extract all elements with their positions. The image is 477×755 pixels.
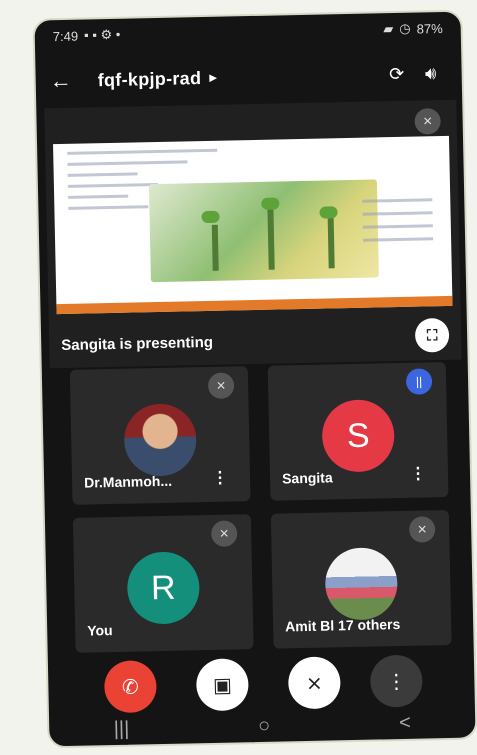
presenter-label: Sangita is presenting: [61, 333, 214, 355]
avatar: [324, 547, 399, 621]
participant-name-text: Amit Bl: [285, 617, 335, 635]
app-bar: ← fqf-kpjp-rad ▶ ⟳ 🔊︎: [35, 48, 462, 107]
others-count: 17 others: [337, 616, 401, 634]
back-button[interactable]: <: [399, 711, 411, 734]
avatar: [123, 403, 198, 477]
end-call-icon[interactable]: ✆: [103, 660, 157, 714]
mic-off-icon[interactable]: ⨯: [287, 656, 341, 710]
status-bar: 7:49 ▪ ▪ ⚙ • ▰ ◷ 87%: [34, 12, 461, 53]
avatar: S: [321, 399, 395, 473]
participant-grid: ✕ Dr.Manmoh... ⋮ || S Sangita ⋮ ✕ R You …: [69, 362, 456, 660]
mic-off-icon: ✕: [408, 516, 436, 543]
back-arrow-icon[interactable]: ←: [49, 68, 80, 95]
battery-percent: 87%: [416, 20, 443, 37]
participant-tile[interactable]: ✕ Dr.Manmoh... ⋮: [69, 366, 251, 505]
switch-camera-icon[interactable]: ⟳: [379, 63, 413, 85]
participant-name: You: [87, 622, 113, 639]
presentation-panel: ✕ Sangita is presenting ⛶: [44, 99, 462, 369]
mic-off-icon: ✕: [207, 372, 235, 399]
speaking-indicator-icon: ||: [405, 368, 433, 395]
battery-icon: ◷: [399, 20, 411, 36]
shared-slide: [53, 135, 453, 315]
participant-tile[interactable]: || S Sangita ⋮: [267, 362, 449, 501]
participant-name: Amit Bl 17 others: [285, 616, 400, 634]
more-vert-icon[interactable]: ⋮: [410, 463, 426, 483]
participant-name: Sangita: [281, 469, 333, 487]
mic-off-icon: ✕: [210, 520, 238, 547]
recent-apps-button[interactable]: |||: [113, 717, 129, 740]
mic-off-icon: ✕: [414, 108, 441, 135]
notification-icons: ▪ ▪ ⚙ •: [83, 26, 121, 43]
signal-icon: ▰: [383, 21, 394, 37]
participant-tile[interactable]: ✕ R You: [72, 514, 254, 653]
meeting-code[interactable]: fqf-kpjp-rad: [97, 68, 201, 91]
more-icon[interactable]: ⋮: [369, 654, 423, 708]
home-button[interactable]: ○: [258, 714, 271, 737]
avatar: R: [126, 551, 201, 625]
fullscreen-icon[interactable]: ⛶: [414, 317, 450, 353]
phone-screen: 7:49 ▪ ▪ ⚙ • ▰ ◷ 87% ← fqf-kpjp-rad ▶ ⟳ …: [32, 9, 477, 749]
plant-image: [148, 179, 379, 283]
more-vert-icon[interactable]: ⋮: [212, 468, 228, 488]
speaker-icon[interactable]: 🔊︎: [413, 62, 447, 84]
status-time: 7:49: [52, 28, 79, 44]
caret-right-icon[interactable]: ▶: [209, 72, 217, 83]
participant-tile[interactable]: ✕ Amit Bl 17 others: [270, 509, 452, 649]
participant-name: Dr.Manmoh...: [83, 472, 173, 491]
camera-off-icon[interactable]: ▣: [195, 658, 249, 712]
